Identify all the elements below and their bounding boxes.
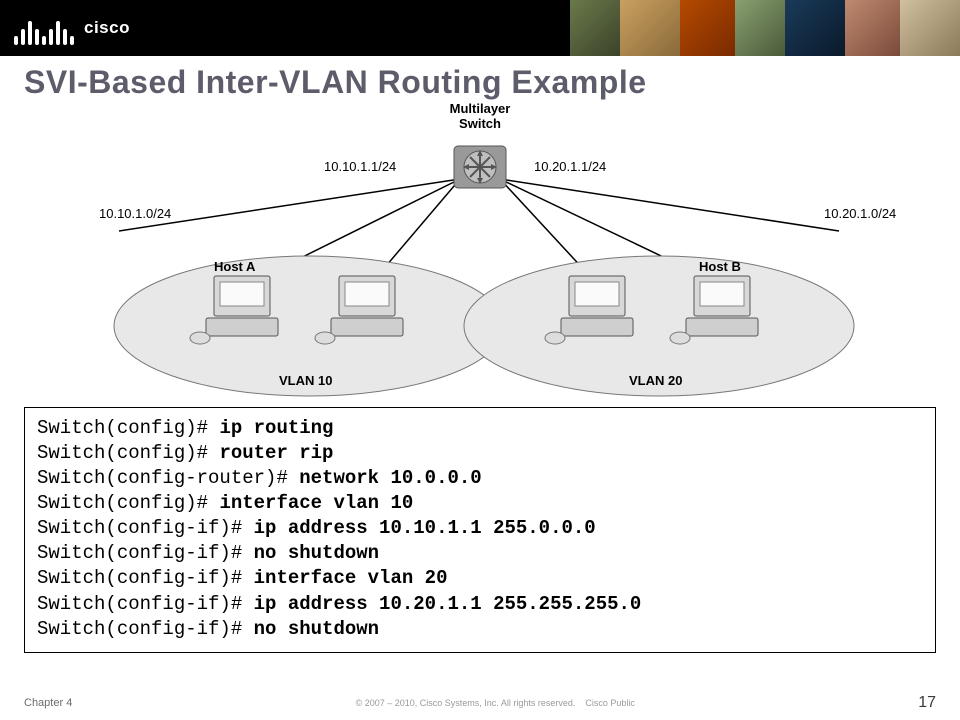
host-a-label: Host A: [214, 259, 255, 274]
code-line: Switch(config-if)# no shutdown: [37, 617, 923, 642]
net-right: 10.20.1.0/24: [824, 206, 896, 221]
vlan10-label: VLAN 10: [279, 373, 332, 388]
host-b-label: Host B: [699, 259, 741, 274]
slide: cisco SVI-Based Inter-VLAN Routing Examp…: [0, 0, 960, 720]
slide-title: SVI-Based Inter-VLAN Routing Example: [0, 56, 960, 101]
code-line: Switch(config-router)# network 10.0.0.0: [37, 466, 923, 491]
top-bar: cisco: [0, 0, 960, 56]
cisco-bars-icon: [14, 11, 74, 45]
code-line: Switch(config-if)# ip address 10.20.1.1 …: [37, 592, 923, 617]
config-code-box: Switch(config)# ip routingSwitch(config)…: [24, 407, 936, 653]
code-line: Switch(config)# interface vlan 10: [37, 491, 923, 516]
brand-text: cisco: [84, 18, 130, 38]
code-line: Switch(config)# ip routing: [37, 416, 923, 441]
vlan20-label: VLAN 20: [629, 373, 682, 388]
code-line: Switch(config-if)# interface vlan 20: [37, 566, 923, 591]
slide-footer: Chapter 4 © 2007 – 2010, Cisco Systems, …: [0, 694, 960, 712]
code-line: Switch(config)# router rip: [37, 441, 923, 466]
switch-label: Multilayer Switch: [440, 101, 520, 131]
photo-strip: [570, 0, 960, 56]
network-diagram: Multilayer Switch 10.10.1.1/24 10.20.1.1…: [24, 101, 936, 401]
ip-right-link: 10.20.1.1/24: [534, 159, 606, 174]
page-number: 17: [918, 694, 936, 712]
code-line: Switch(config-if)# no shutdown: [37, 541, 923, 566]
multilayer-switch-icon: [454, 146, 506, 188]
diagram-svg: [24, 101, 936, 401]
chapter-label: Chapter 4: [24, 697, 72, 709]
copyright-text: © 2007 – 2010, Cisco Systems, Inc. All r…: [356, 698, 635, 708]
net-left: 10.10.1.0/24: [99, 206, 171, 221]
ip-left-link: 10.10.1.1/24: [324, 159, 396, 174]
cisco-logo: cisco: [0, 11, 130, 45]
code-line: Switch(config-if)# ip address 10.10.1.1 …: [37, 516, 923, 541]
